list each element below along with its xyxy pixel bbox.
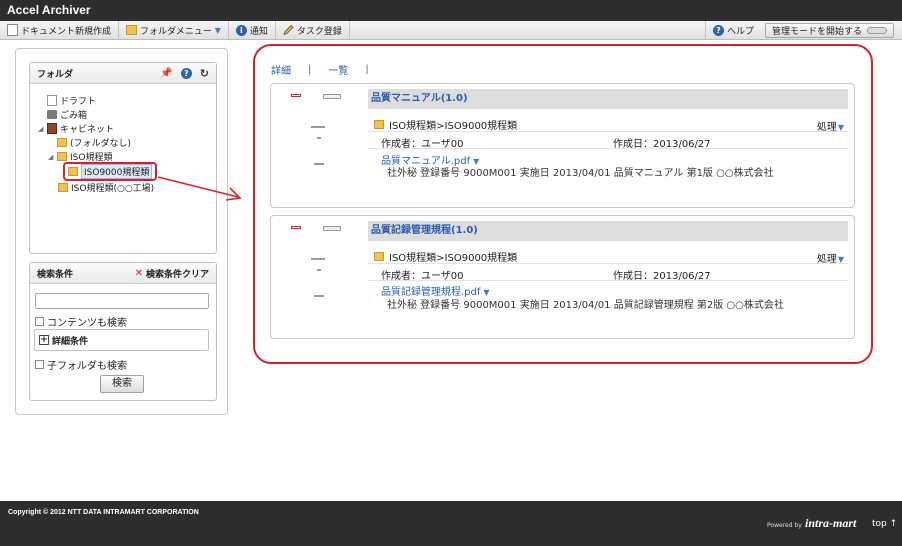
document-path: ISO規程類>ISO9000規程類 bbox=[374, 117, 517, 132]
help-label: ヘルプ bbox=[726, 26, 754, 37]
annotation-arrow bbox=[157, 176, 242, 201]
notify-button[interactable]: i 通知 bbox=[229, 20, 276, 40]
document-description: 社外秘 登録番号 9000M001 実施日 2013/04/01 品質マニュアル… bbox=[387, 168, 774, 179]
search-panel: 検索条件 ✕ 検索条件クリア コンテンツも検索 + 詳細条件 子フォルダも検索 … bbox=[29, 262, 217, 401]
toggle-icon bbox=[867, 26, 887, 34]
task-register-label: タスク登録 bbox=[296, 26, 342, 37]
back-to-top-link[interactable]: top ↑ bbox=[872, 519, 897, 529]
tree-label: キャビネット bbox=[60, 125, 115, 135]
refresh-icon[interactable]: ↻ bbox=[200, 67, 209, 80]
checkbox-icon[interactable] bbox=[35, 317, 44, 326]
tree-label: (フォルダなし) bbox=[70, 139, 132, 149]
admin-mode-button[interactable]: 管理モードを開始する bbox=[764, 22, 894, 38]
clear-search-button[interactable]: ✕ 検索条件クリア bbox=[135, 267, 209, 280]
new-document-label: ドキュメント新規作成 bbox=[21, 26, 112, 37]
intra-mart-logo: intra-mart bbox=[805, 516, 857, 530]
tab-list[interactable]: 一覧 bbox=[328, 62, 348, 77]
tree-label: ごみ箱 bbox=[60, 111, 88, 121]
checkbox-icon[interactable] bbox=[35, 360, 44, 369]
document-path: ISO規程類>ISO9000規程類 bbox=[374, 249, 517, 264]
document-thumbnail[interactable] bbox=[271, 84, 359, 192]
folder-icon bbox=[126, 25, 138, 35]
detail-conditions-toggle[interactable]: + 詳細条件 bbox=[34, 329, 209, 351]
content-search-label: コンテンツも検索 bbox=[47, 318, 127, 329]
clear-icon: ✕ bbox=[134, 267, 143, 279]
draft-icon bbox=[47, 95, 57, 106]
child-folder-label: 子フォルダも検索 bbox=[47, 361, 127, 372]
search-panel-title: 検索条件 bbox=[37, 269, 74, 280]
task-register-button[interactable]: タスク登録 bbox=[276, 20, 350, 40]
help-button[interactable]: ? ヘルプ bbox=[704, 20, 761, 40]
info-icon: i bbox=[235, 24, 247, 36]
new-document-button[interactable]: ドキュメント新規作成 bbox=[0, 20, 120, 40]
powered-by: Powered by bbox=[767, 522, 802, 529]
document-card: 品質マニュアル(1.0) ISO規程類>ISO9000規程類 処理▼ 作成者：ユ… bbox=[270, 83, 855, 208]
child-folder-checkbox[interactable]: 子フォルダも検索 bbox=[35, 357, 127, 372]
plus-icon: + bbox=[39, 335, 49, 345]
folder-icon bbox=[58, 183, 68, 192]
pencil-icon bbox=[283, 24, 294, 36]
clear-search-label: 検索条件クリア bbox=[145, 269, 209, 280]
tree-node-iso9000[interactable]: ISO9000規程類 bbox=[63, 162, 158, 181]
tree-label: ドラフト bbox=[60, 97, 97, 107]
app-title: Accel Archiver bbox=[0, 0, 902, 21]
folder-icon bbox=[57, 138, 67, 147]
tree-label: ISO規程類(○○工場) bbox=[71, 184, 155, 194]
search-input[interactable] bbox=[35, 293, 209, 309]
tree-node-no-folder[interactable]: (フォルダなし) bbox=[48, 136, 131, 149]
folder-icon bbox=[374, 252, 384, 261]
chevron-down-icon: ▼ bbox=[214, 25, 221, 35]
trash-icon bbox=[47, 110, 57, 119]
folder-icon bbox=[374, 120, 384, 129]
help-icon: ? bbox=[712, 24, 724, 36]
tab-detail[interactable]: 詳細 bbox=[271, 62, 291, 77]
tree-node-draft[interactable]: ドラフト bbox=[38, 94, 96, 107]
document-icon bbox=[7, 24, 18, 36]
tree-node-cabinet[interactable]: ◢ キャビネット bbox=[38, 122, 114, 135]
expand-icon[interactable]: ◢ bbox=[48, 153, 57, 161]
tree-node-iso-factory[interactable]: ISO規程類(○○工場) bbox=[58, 181, 154, 194]
help-icon[interactable]: ? bbox=[180, 67, 192, 79]
copyright: Copyright © 2012 NTT DATA INTRAMART CORP… bbox=[8, 509, 199, 516]
pin-icon[interactable]: 📌 bbox=[160, 68, 172, 79]
folder-menu-button[interactable]: フォルダメニュー ▼ bbox=[119, 20, 229, 40]
content-search-checkbox[interactable]: コンテンツも検索 bbox=[35, 314, 127, 329]
folder-panel-title: フォルダ bbox=[37, 69, 74, 80]
detail-conditions-label: 詳細条件 bbox=[52, 336, 89, 347]
folder-menu-label: フォルダメニュー bbox=[140, 26, 212, 37]
toolbar: ドキュメント新規作成 フォルダメニュー ▼ i 通知 タスク登録 ? ヘルプ 管… bbox=[0, 20, 902, 40]
notify-label: 通知 bbox=[249, 26, 268, 37]
document-title[interactable]: 品質マニュアル(1.0) bbox=[368, 89, 848, 109]
search-button[interactable]: 検索 bbox=[100, 375, 144, 393]
document-thumbnail[interactable] bbox=[271, 216, 359, 324]
footer: Copyright © 2012 NTT DATA INTRAMART CORP… bbox=[0, 501, 902, 546]
expand-icon[interactable]: ◢ bbox=[38, 125, 47, 133]
folder-icon bbox=[57, 152, 67, 161]
document-description: 社外秘 登録番号 9000M001 実施日 2013/04/01 品質記録管理規… bbox=[387, 300, 784, 311]
document-title[interactable]: 品質記録管理規程(1.0) bbox=[368, 221, 848, 241]
document-card: 品質記録管理規程(1.0) ISO規程類>ISO9000規程類 処理▼ 作成者：… bbox=[270, 215, 855, 339]
folder-icon bbox=[68, 167, 78, 176]
folder-panel: フォルダ 📌 ? ↻ ドラフト ごみ箱 ◢ キャビネット (フォルダなし) ◢ … bbox=[29, 62, 217, 254]
admin-mode-label: 管理モードを開始する bbox=[771, 26, 862, 37]
tree-label: ISO9000規程類 bbox=[81, 164, 153, 179]
cabinet-icon bbox=[47, 123, 57, 134]
tree-node-trash[interactable]: ごみ箱 bbox=[38, 108, 87, 121]
view-tabs: 詳細 | 一覧 | bbox=[271, 62, 369, 77]
